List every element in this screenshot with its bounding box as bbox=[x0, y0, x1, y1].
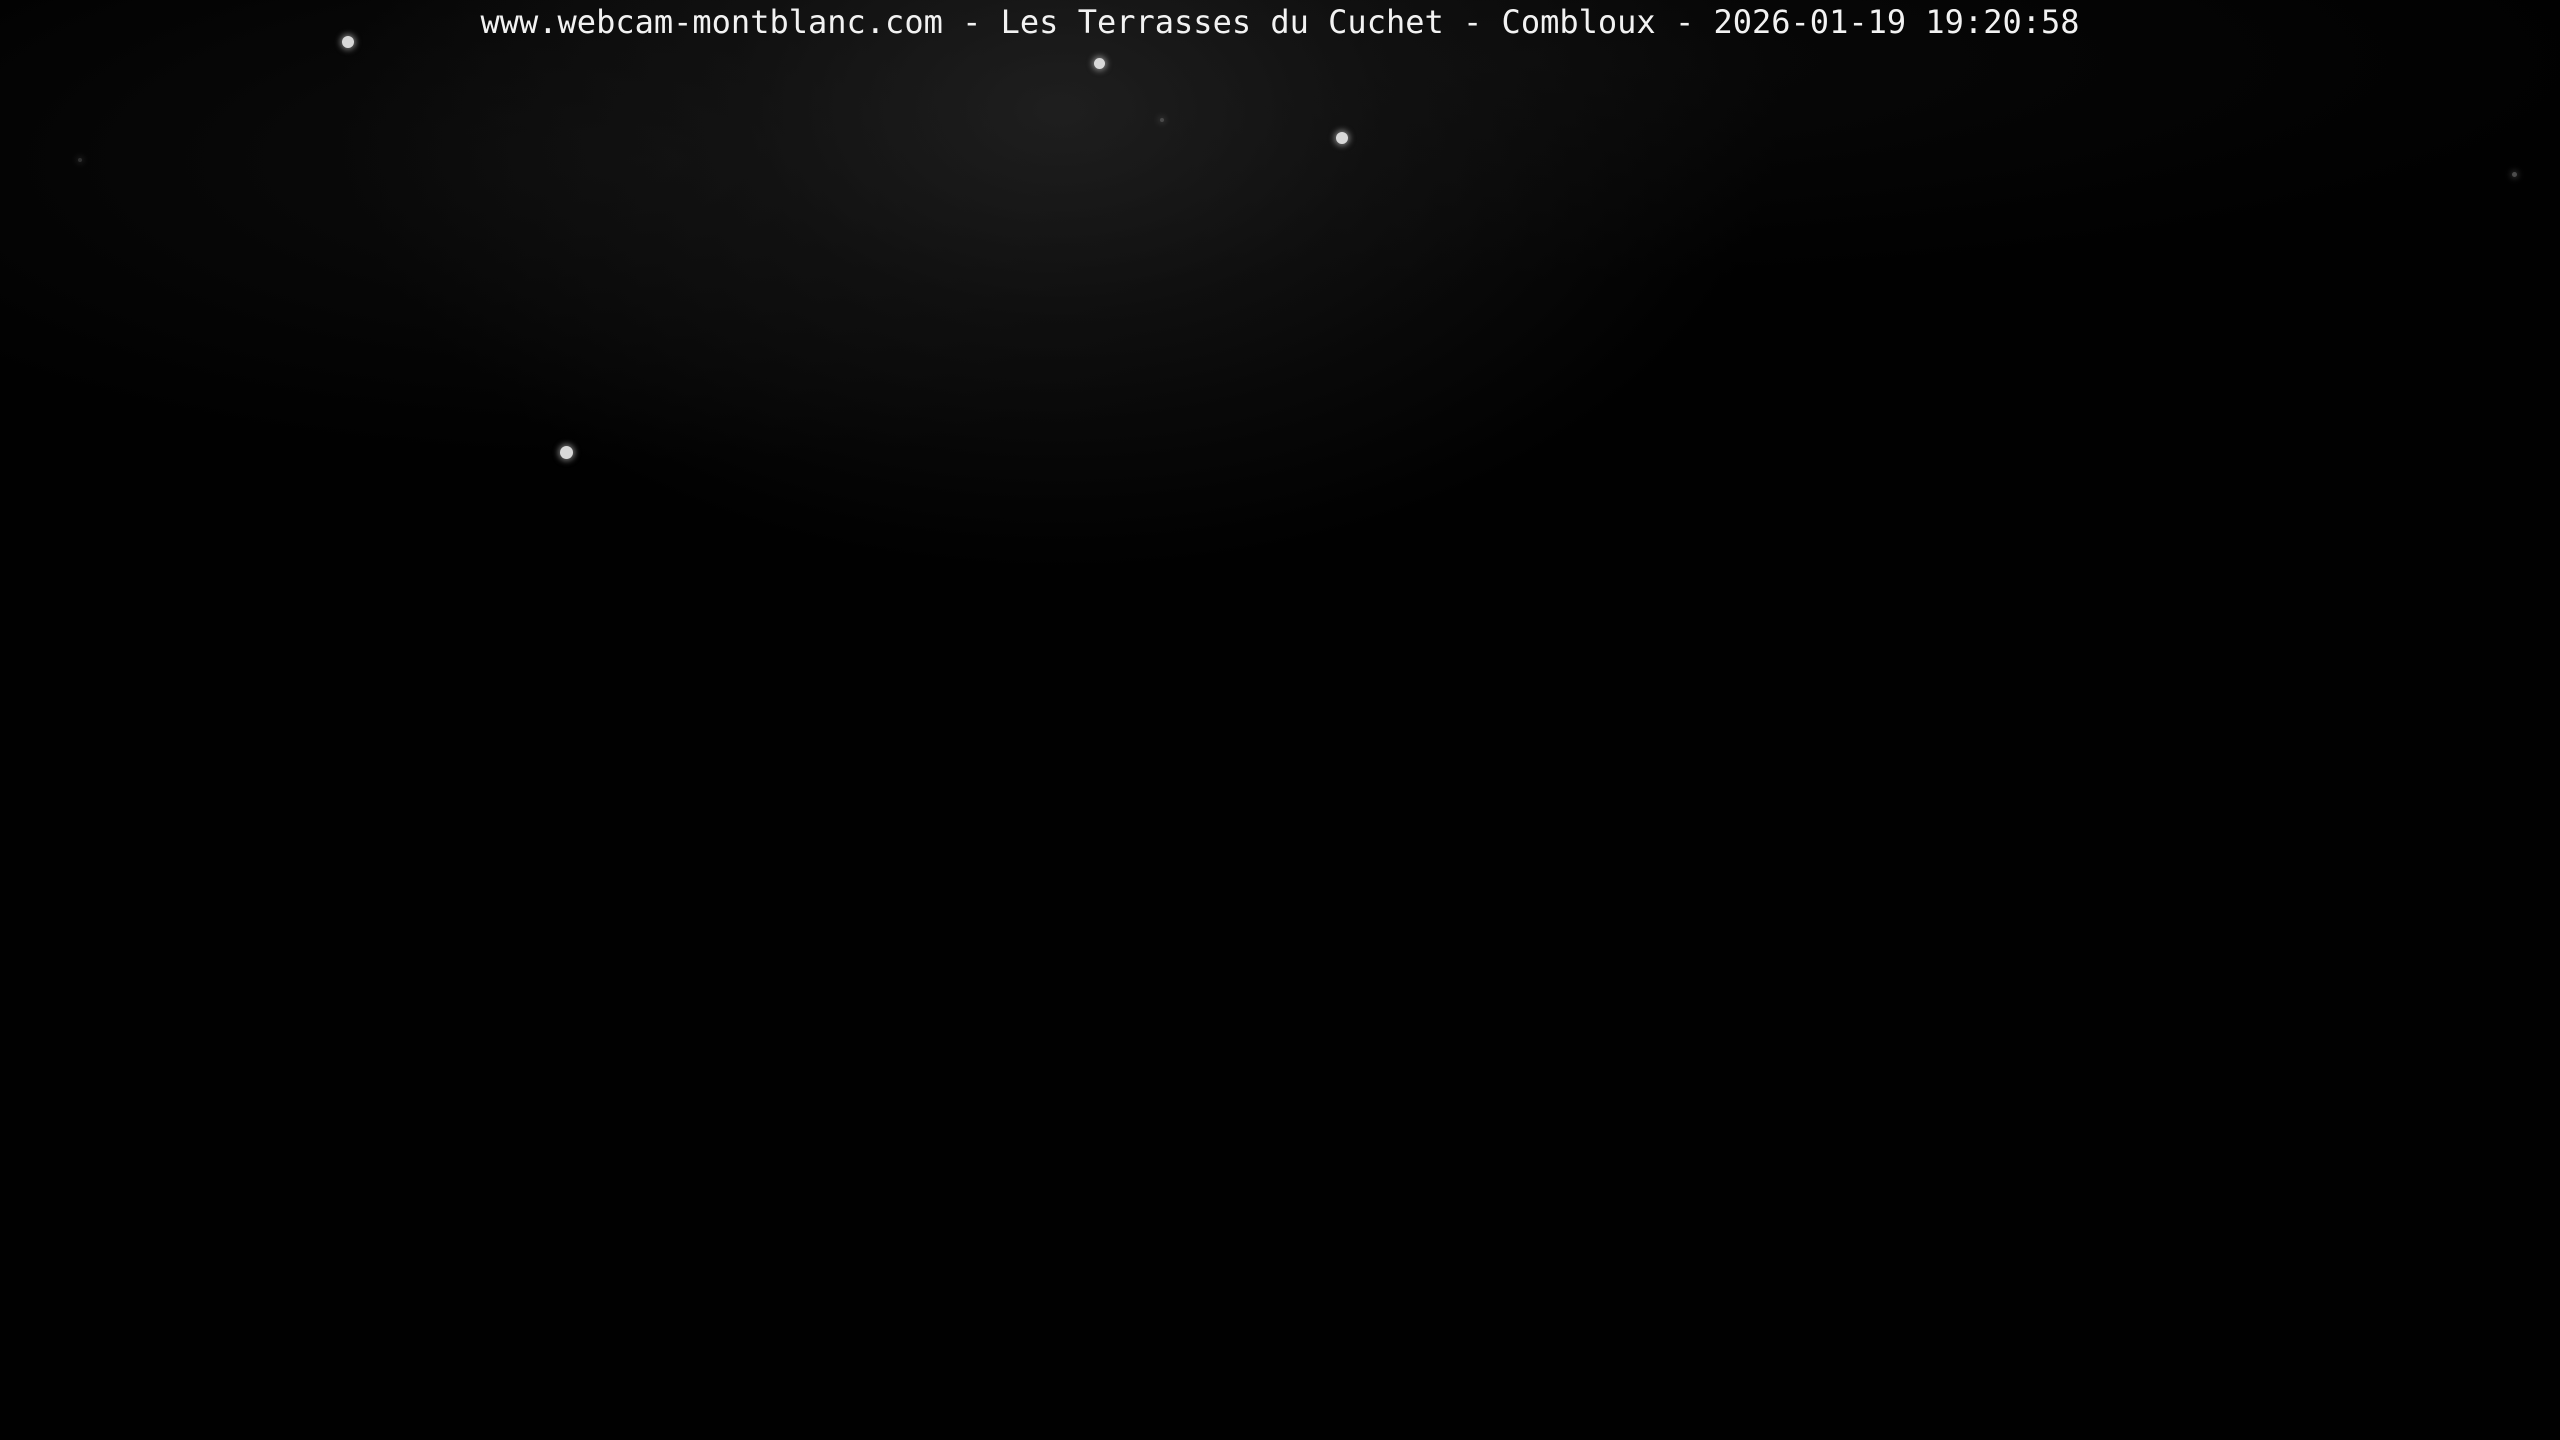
star bbox=[2512, 172, 2517, 177]
night-sky bbox=[0, 0, 2560, 1440]
star bbox=[1094, 58, 1105, 69]
timestamp-caption: www.webcam-montblanc.com - Les Terrasses… bbox=[480, 3, 2080, 41]
star bbox=[78, 158, 82, 162]
webcam-frame: www.webcam-montblanc.com - Les Terrasses… bbox=[0, 0, 2560, 1440]
star bbox=[560, 446, 573, 459]
star bbox=[1336, 132, 1348, 144]
star bbox=[1160, 118, 1164, 122]
